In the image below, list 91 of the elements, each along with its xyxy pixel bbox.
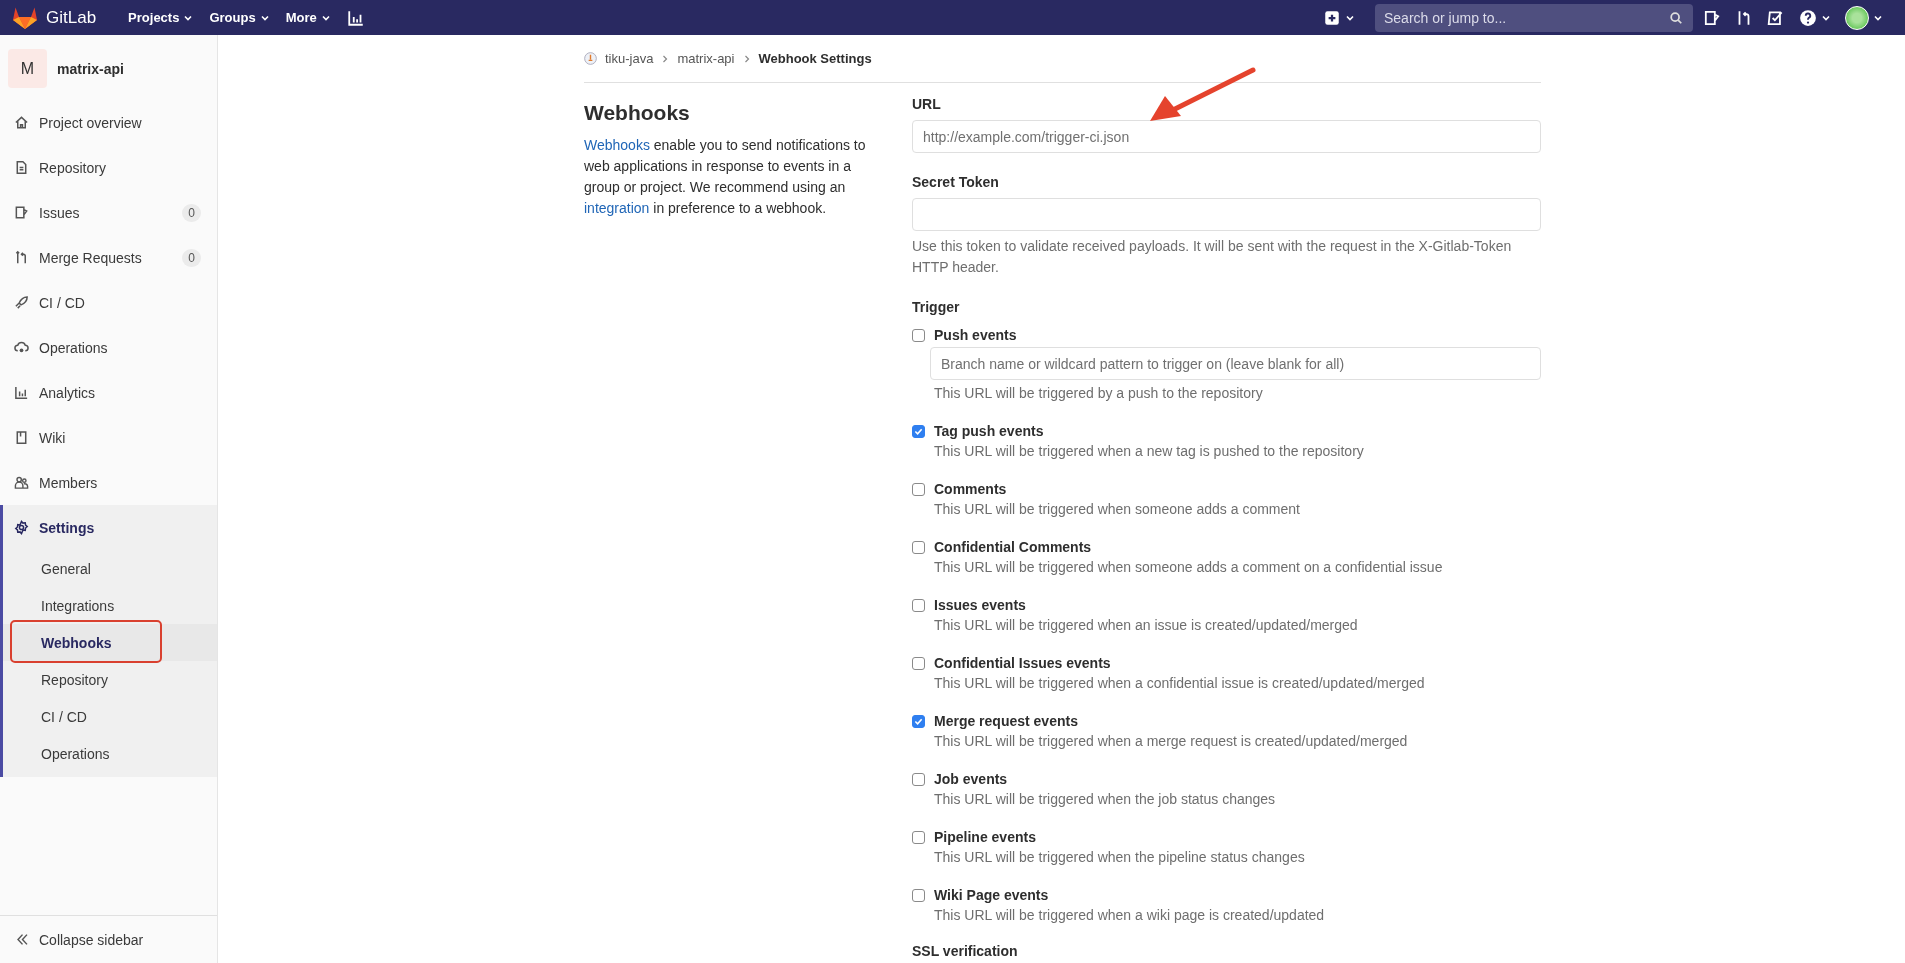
- checkbox-label[interactable]: Confidential Issues events: [934, 653, 1541, 673]
- help-text: This URL will be triggered when someone adds a comment: [934, 500, 1301, 519]
- help-text: This URL will be triggered when a wiki page is created/updated: [934, 906, 1326, 925]
- breadcrumb-link[interactable]: tiku-java: [605, 51, 654, 66]
- section-description: Webhooks enable you to send notifications to web applications in response to events in a group or project. We recommend using an integration in preference to a webhook.: [584, 136, 867, 218]
- bar-chart-icon[interactable]: [346, 8, 365, 27]
- sidebar-item[interactable]: CI / CD: [0, 280, 217, 325]
- sidebar-item[interactable]: Operations: [0, 325, 217, 370]
- merge-request-icon: [14, 250, 29, 265]
- sidebar-item[interactable]: Wiki: [0, 415, 217, 460]
- collapse-sidebar-button[interactable]: Collapse sidebar: [0, 915, 217, 963]
- checkbox[interactable]: [912, 773, 925, 786]
- breadcrumb-link[interactable]: matrix-api: [677, 51, 735, 66]
- sidebar-subitem[interactable]: General: [3, 550, 217, 587]
- project-name[interactable]: matrix-api: [57, 60, 124, 77]
- sidebar-item[interactable]: Project overview: [0, 100, 217, 145]
- sidebar-subitem[interactable]: Integrations: [3, 587, 217, 624]
- chevron-icon: [742, 54, 751, 63]
- project-avatar[interactable]: M: [8, 49, 47, 88]
- count-badge: 0: [182, 248, 201, 267]
- checkbox-label[interactable]: Merge request events: [934, 711, 1541, 731]
- section-title: Webhooks: [584, 101, 691, 125]
- checkbox[interactable]: [912, 831, 925, 844]
- group-avatar-icon: [584, 52, 597, 65]
- checkbox[interactable]: [912, 329, 925, 342]
- url-field[interactable]: http://example.com/trigger-ci.json: [912, 120, 1541, 153]
- plus-icon[interactable]: [1323, 8, 1341, 27]
- chevron-icon: [661, 54, 670, 63]
- document-icon: [14, 160, 29, 175]
- users-icon: [14, 475, 29, 490]
- count-badge: 0: [182, 203, 201, 222]
- sidebar-item[interactable]: Issues 0: [0, 190, 217, 235]
- field-label: Secret Token: [912, 174, 1000, 190]
- rocket-icon: [14, 295, 29, 310]
- sidebar-subitem[interactable]: Operations: [3, 735, 217, 772]
- nav-menu[interactable]: More: [277, 6, 339, 29]
- sidebar-item[interactable]: Repository: [0, 145, 217, 190]
- sidebar-subitem[interactable]: CI / CD: [3, 698, 217, 735]
- nav-menu[interactable]: Projects: [120, 6, 202, 29]
- help-text: This URL will be triggered when an issue is created/updated/merged: [934, 616, 1359, 635]
- help-link[interactable]: Webhooks: [584, 137, 650, 153]
- checkbox[interactable]: [912, 889, 925, 902]
- help-text: This URL will be triggered when a new tag is pushed to the repository: [934, 442, 1365, 461]
- help-text: Use this token to validate received payloads. It will be sent with the request in the X-Gitlab-Token HTTP header.: [912, 237, 1513, 277]
- search-field[interactable]: Search or jump to...: [1375, 3, 1693, 32]
- help-text: This URL will be triggered by a push to the repository: [934, 384, 1264, 403]
- secret-token-field[interactable]: [912, 198, 1541, 231]
- checkbox-label[interactable]: Pipeline events: [934, 827, 1541, 847]
- home-icon: [14, 115, 29, 130]
- checkbox-label[interactable]: Confidential Comments: [934, 537, 1541, 557]
- checkbox[interactable]: [912, 715, 925, 728]
- help-icon[interactable]: [1799, 8, 1817, 27]
- cloud-icon: [14, 340, 29, 355]
- nav-menu[interactable]: Groups: [201, 6, 278, 29]
- sidebar-item[interactable]: Merge Requests 0: [0, 235, 217, 280]
- sidebar-subitem[interactable]: Repository: [3, 661, 217, 698]
- help-link[interactable]: integration: [584, 200, 650, 216]
- help-text: This URL will be triggered when a confidential issue is created/updated/merged: [934, 674, 1426, 693]
- checkbox[interactable]: [912, 483, 925, 496]
- issues-icon[interactable]: [1703, 8, 1721, 27]
- help-text: This URL will be triggered when a merge request is created/updated/merged: [934, 732, 1409, 751]
- double-chevron-icon: [16, 933, 29, 946]
- sidebar-item[interactable]: Settings: [3, 505, 217, 550]
- checkbox[interactable]: [912, 425, 925, 438]
- bar-chart-icon: [14, 385, 29, 400]
- help-text: This URL will be triggered when the job status changes: [934, 790, 1277, 809]
- settings-icon: [14, 520, 29, 535]
- help-text: This URL will be triggered when the pipeline status changes: [934, 848, 1306, 867]
- help-text: This URL will be triggered when someone adds a comment on a confidential issue: [934, 558, 1444, 577]
- checkbox[interactable]: [912, 541, 925, 554]
- brand-name[interactable]: GitLab: [46, 7, 97, 28]
- sidebar-item[interactable]: Members: [0, 460, 217, 505]
- checkbox-label[interactable]: Issues events: [934, 595, 1541, 615]
- checkbox[interactable]: [912, 657, 925, 670]
- checkbox-label[interactable]: Push events: [934, 325, 1541, 345]
- user-avatar[interactable]: [1845, 5, 1869, 30]
- field-label: Trigger: [912, 299, 961, 315]
- checkbox-label[interactable]: Job events: [934, 769, 1541, 789]
- branch-filter-field[interactable]: Branch name or wildcard pattern to trigger on (leave blank for all): [930, 347, 1541, 380]
- todo-icon[interactable]: [1767, 8, 1785, 27]
- checkbox[interactable]: [912, 599, 925, 612]
- fox-logo[interactable]: [12, 5, 38, 30]
- book-icon: [14, 430, 29, 445]
- issues-icon: [14, 205, 29, 220]
- field-label: SSL verification: [912, 943, 1019, 959]
- checkbox-label[interactable]: Tag push events: [934, 421, 1541, 441]
- sidebar-item[interactable]: Analytics: [0, 370, 217, 415]
- checkbox-label[interactable]: Comments: [934, 479, 1541, 499]
- checkbox-label[interactable]: Wiki Page events: [934, 885, 1541, 905]
- field-label: URL: [912, 96, 942, 112]
- breadcrumb-link[interactable]: Webhook Settings: [758, 51, 872, 66]
